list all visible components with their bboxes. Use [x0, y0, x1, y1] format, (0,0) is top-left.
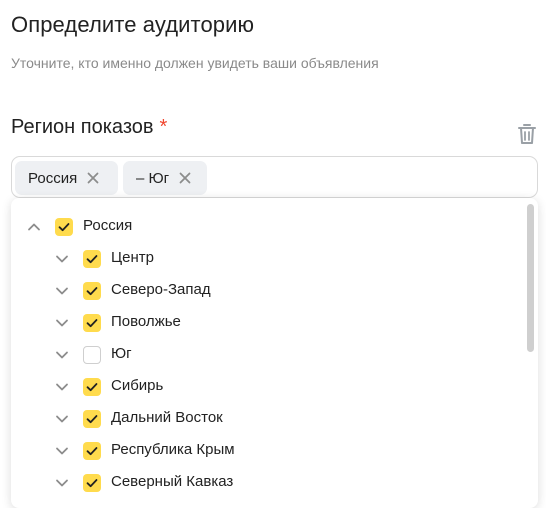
tree-item-label: Северо-Запад — [111, 281, 211, 298]
tree-item-volga[interactable]: Поволжье — [11, 307, 511, 339]
checkbox-checked[interactable] — [83, 250, 101, 268]
checkbox-checked[interactable] — [83, 378, 101, 396]
region-label: Регион показов * — [11, 116, 167, 139]
tree-item-label: Республика Крым — [111, 441, 235, 458]
check-icon — [86, 479, 98, 488]
tree-item-crimea[interactable]: Республика Крым — [11, 435, 511, 467]
tree-item-label: Северный Кавказ — [111, 473, 234, 490]
close-icon[interactable] — [177, 170, 193, 186]
chip-russia: Россия — [15, 161, 118, 195]
tree-item-label: Центр — [111, 249, 154, 266]
trash-icon[interactable] — [516, 122, 538, 146]
check-icon — [86, 447, 98, 456]
chevron-down-icon[interactable] — [55, 316, 69, 330]
checkbox-checked[interactable] — [83, 442, 101, 460]
required-mark: * — [159, 116, 168, 138]
chevron-up-icon[interactable] — [27, 220, 41, 234]
chevron-down-icon[interactable] — [55, 380, 69, 394]
check-icon — [86, 287, 98, 296]
tree-item-north-west[interactable]: Северо-Запад — [11, 275, 511, 307]
tree-item-far-east[interactable]: Дальний Восток — [11, 403, 511, 435]
checkbox-checked[interactable] — [55, 218, 73, 236]
tree-item-label: Юг — [111, 345, 132, 362]
region-dropdown: Россия Центр Северо-Запад Поволжье Юг Сибирь… — [11, 198, 538, 508]
chevron-down-icon[interactable] — [55, 444, 69, 458]
tree-item-label: Поволжье — [111, 313, 181, 330]
tree-item-south[interactable]: Юг — [11, 339, 511, 371]
check-icon — [86, 383, 98, 392]
close-icon[interactable] — [85, 170, 101, 186]
chip-south-excluded: – Юг — [123, 161, 207, 195]
tree-item-label: Дальний Восток — [111, 409, 223, 426]
checkbox-checked[interactable] — [83, 410, 101, 428]
page-subtitle: Уточните, кто именно должен увидеть ваши… — [11, 55, 379, 71]
checkbox-checked[interactable] — [83, 474, 101, 492]
chevron-down-icon[interactable] — [55, 412, 69, 426]
chevron-down-icon[interactable] — [55, 252, 69, 266]
checkbox-unchecked[interactable] — [83, 346, 101, 364]
chip-label: Россия — [28, 169, 78, 187]
region-select-field[interactable]: Россия – Юг — [11, 156, 538, 198]
checkbox-checked[interactable] — [83, 282, 101, 300]
chevron-down-icon[interactable] — [55, 348, 69, 362]
check-icon — [58, 223, 70, 232]
page-title: Определите аудиторию — [11, 12, 255, 37]
check-icon — [86, 255, 98, 264]
check-icon — [86, 415, 98, 424]
tree-item-north-caucasus[interactable]: Северный Кавказ — [11, 467, 511, 499]
check-icon — [86, 319, 98, 328]
chevron-down-icon[interactable] — [55, 284, 69, 298]
chip-label: – Юг — [136, 169, 170, 187]
tree-item-label: Россия — [83, 217, 133, 234]
tree-item-siberia[interactable]: Сибирь — [11, 371, 511, 403]
tree-item-center[interactable]: Центр — [11, 243, 511, 275]
tree-item-russia[interactable]: Россия — [11, 211, 511, 243]
region-label-text: Регион показов — [11, 116, 154, 138]
scrollbar[interactable] — [527, 204, 534, 352]
tree-item-label: Сибирь — [111, 377, 164, 394]
checkbox-checked[interactable] — [83, 314, 101, 332]
chevron-down-icon[interactable] — [55, 476, 69, 490]
